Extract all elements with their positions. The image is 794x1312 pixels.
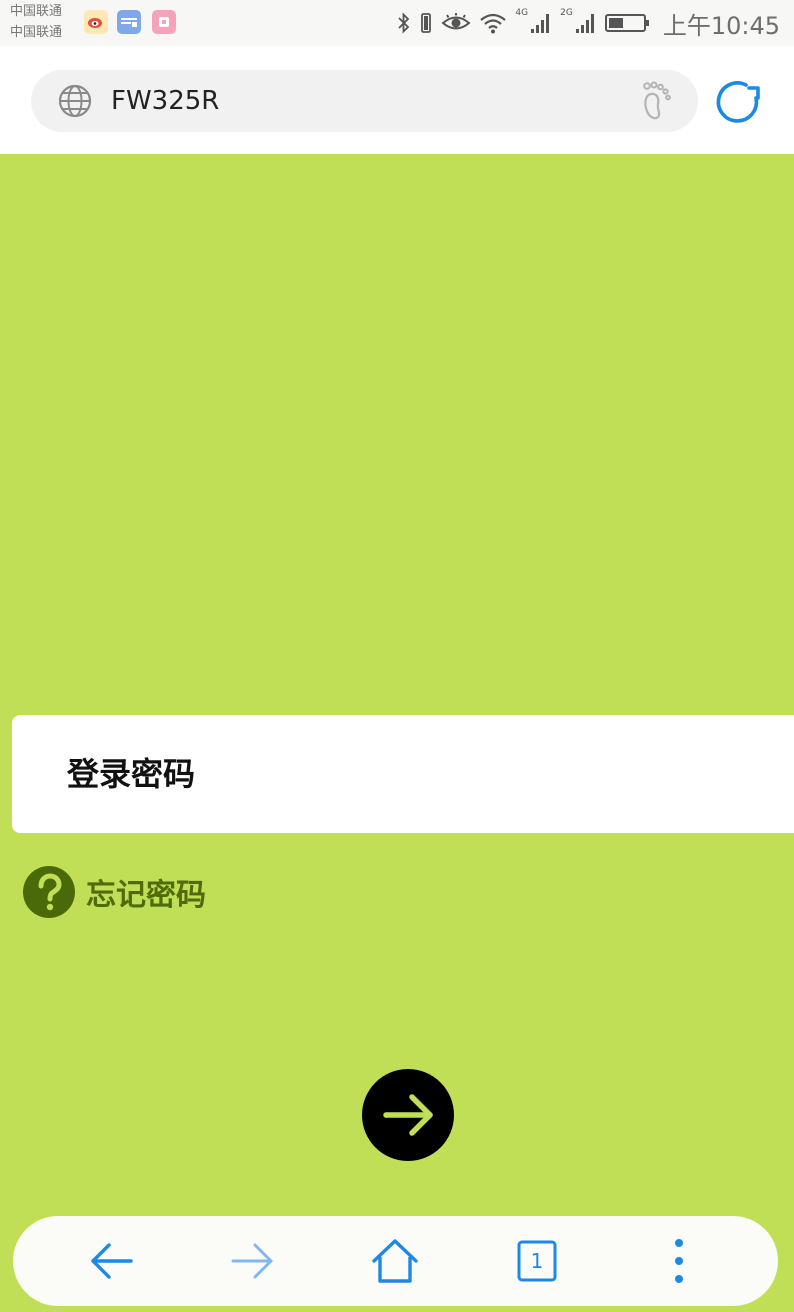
refresh-icon[interactable]: [712, 76, 764, 128]
signal-icon: [531, 14, 550, 33]
network-type-1: 4G: [515, 8, 529, 18]
wifi-icon: [480, 13, 507, 34]
back-button[interactable]: [85, 1235, 137, 1287]
carrier-name-1: 中国联通: [10, 4, 63, 19]
network-type-2: 2G: [560, 8, 573, 18]
arrow-right-icon: [383, 1094, 433, 1136]
browser-bottom-nav: 1: [13, 1216, 778, 1306]
forward-arrow-icon: [231, 1243, 273, 1279]
clock: 上午10:45: [662, 11, 780, 40]
tabs-button[interactable]: 1: [511, 1235, 563, 1287]
bluetooth-icon: [398, 12, 410, 34]
password-input[interactable]: 登录密码: [12, 715, 794, 833]
home-icon: [372, 1239, 418, 1283]
signal-icon: [575, 14, 594, 33]
browser-toolbar: FW325R: [0, 46, 794, 154]
eye-icon: [441, 13, 471, 30]
carrier-name-2: 中国联通: [10, 25, 63, 40]
more-menu-button[interactable]: [653, 1235, 705, 1287]
app-icon: [152, 10, 176, 34]
login-submit-button[interactable]: [362, 1069, 454, 1161]
status-bar: 中国联通 中国联通 4G 2G 上午10:45: [0, 0, 794, 46]
url-text[interactable]: FW325R: [111, 70, 219, 132]
globe-icon: [58, 84, 92, 118]
help-icon: [23, 866, 75, 918]
password-label: 登录密码: [67, 755, 196, 793]
forward-button[interactable]: [227, 1235, 279, 1287]
address-bar[interactable]: FW325R: [31, 70, 698, 132]
back-arrow-icon: [91, 1243, 133, 1279]
carrier-info: 中国联通 中国联通: [10, 1, 82, 43]
weibo-icon: [84, 10, 108, 34]
battery-icon: [604, 14, 649, 32]
news-icon: [117, 10, 141, 34]
more-menu-icon: [675, 1239, 683, 1283]
forgot-password-link[interactable]: 忘记密码: [22, 864, 206, 920]
home-button[interactable]: [369, 1235, 421, 1287]
vibrate-icon: [421, 13, 432, 33]
tab-count: 1: [530, 1249, 544, 1273]
system-status-icons: 4G 2G 上午10:45: [397, 6, 780, 40]
forgot-password-text[interactable]: 忘记密码: [86, 870, 206, 914]
footprint-icon[interactable]: [638, 80, 678, 122]
